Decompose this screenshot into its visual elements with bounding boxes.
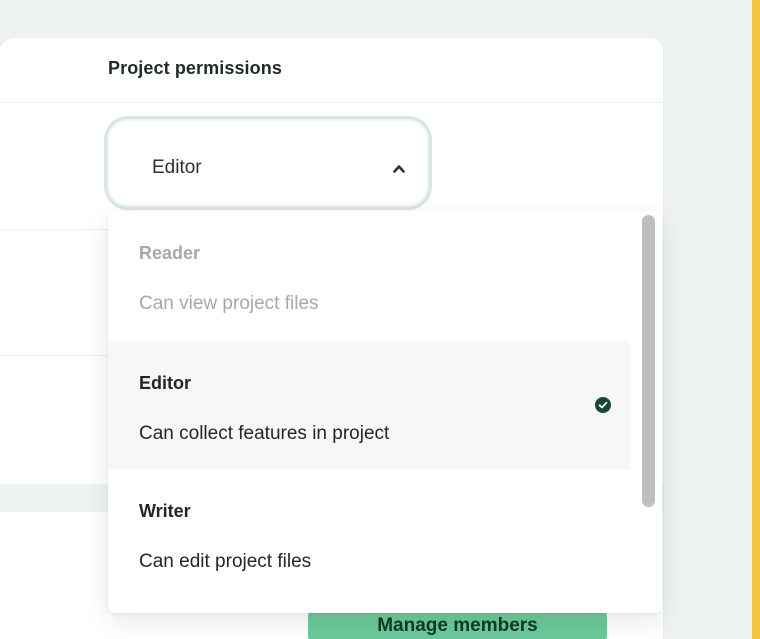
- option-description: Can collect features in project: [139, 423, 390, 444]
- app-viewport: Project permissions Editor Manage member…: [0, 0, 752, 639]
- row-divider: [0, 355, 108, 356]
- option-title: Writer: [139, 501, 191, 521]
- row-divider: [0, 229, 108, 230]
- check-circle-icon: [595, 397, 611, 413]
- chevron-up-icon[interactable]: [393, 163, 405, 175]
- option-description: Can edit project files: [139, 551, 312, 572]
- project-permissions-header: Project permissions: [108, 58, 282, 78]
- permission-option-writer[interactable]: Writer Can edit project files: [108, 469, 630, 597]
- option-description: Can view project files: [139, 293, 319, 314]
- option-title: Editor: [139, 373, 191, 393]
- permission-select[interactable]: Editor: [104, 116, 432, 210]
- option-title: Reader: [139, 243, 201, 263]
- permission-option-reader: Reader Can view project files: [108, 211, 630, 339]
- dropdown-scrollbar-thumb[interactable]: [642, 215, 655, 507]
- permission-option-editor[interactable]: Editor Can collect features in project: [108, 341, 630, 469]
- permission-dropdown-menu: Reader Can view project files Editor Can…: [108, 211, 662, 613]
- header-divider: [0, 102, 663, 103]
- permission-select-value: Editor: [152, 157, 202, 178]
